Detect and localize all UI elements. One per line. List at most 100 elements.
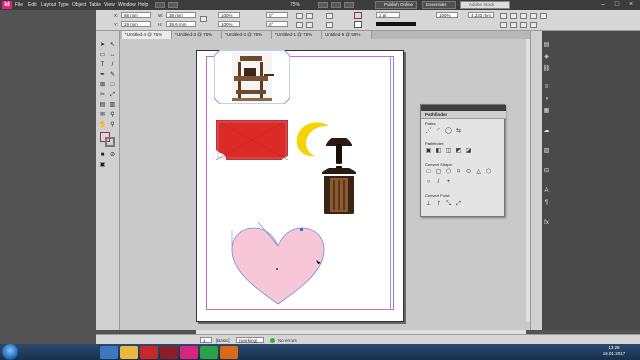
shear-field[interactable]: 0° [266,21,288,27]
publish-online-button[interactable]: Publish Online [375,1,417,9]
reverse-path-icon[interactable]: ⇆ [455,128,462,134]
distribute-h-icon[interactable] [500,22,507,28]
rotate-ccw-icon[interactable] [306,13,313,19]
bridge-button[interactable] [155,2,165,8]
line-shape-icon[interactable]: / [435,179,442,185]
flip-v-icon[interactable] [306,22,313,28]
scale-x-field[interactable]: 100% [218,12,240,18]
plain-point-icon[interactable]: ⊥ [425,201,432,207]
eyedropper-tool-icon[interactable]: ⚲ [108,111,117,119]
zoom-tool-icon[interactable]: ⚲ [108,121,117,129]
line-tool-icon[interactable]: / [108,61,117,69]
y-field[interactable]: 29 mm [121,21,151,27]
minimize-icon[interactable]: – [596,0,610,10]
stroke-swatch[interactable] [354,21,362,28]
tab-untitled-1[interactable]: *Untitled-1 @ 75% [272,31,322,39]
red-rectangle-shape[interactable] [216,120,288,160]
pink-heart-shape[interactable] [228,220,328,306]
maximize-icon[interactable]: □ [610,0,624,10]
minus-back-icon[interactable]: ◪ [465,148,472,154]
align-panel-icon[interactable]: ⊟ [542,167,551,175]
stroke-color-icon[interactable] [105,137,115,147]
gradient-tool-icon[interactable]: ▤ [98,101,107,109]
scissors-tool-icon[interactable]: ✂ [98,91,107,99]
printing-press-circle-image[interactable] [318,134,360,220]
zoom-level[interactable]: 75% [290,2,300,8]
flip-h-icon[interactable] [296,22,303,28]
stock-search-input[interactable]: Adobe Stock [460,1,510,9]
workspace-switcher[interactable]: Essentials [422,1,456,9]
taskbar-explorer-icon[interactable] [120,346,138,359]
links-panel-icon[interactable]: ⛓ [542,65,551,73]
system-clock[interactable]: 13:28 16.01.2017 [592,345,636,359]
selection-tool-icon[interactable]: ➤ [98,41,107,49]
distribute-v-icon[interactable] [510,22,517,28]
corner-size-field[interactable]: 4.233 mm [468,12,494,18]
fill-swatch[interactable] [354,12,362,19]
taskbar-app-icon[interactable] [220,346,238,359]
join-path-icon[interactable]: ⋰ [425,128,432,134]
rotate-cw-icon[interactable] [296,13,303,19]
pathfinder-title[interactable]: Pathfinder [425,112,447,117]
pen-tool-icon[interactable]: ✒ [98,71,107,79]
tab-untitled-4[interactable]: *Untitled-4 @ 75% [122,31,172,39]
symmetrical-point-icon[interactable]: ⤢ [455,201,462,207]
lock-icon[interactable] [200,16,207,22]
page-tool-icon[interactable]: ▭ [98,51,107,59]
h-field[interactable]: 39.6 mm [166,21,196,27]
opacity-field[interactable]: 100% [436,12,458,18]
triangle-shape-icon[interactable]: △ [475,169,482,175]
ellipse-shape-icon[interactable]: ⬭ [465,169,472,175]
apply-color-icon[interactable]: ■ [98,151,107,159]
align-top-icon[interactable] [520,22,527,28]
subtract-icon[interactable]: ◧ [435,148,442,154]
circle-shape-icon[interactable]: ○ [425,179,432,185]
inverse-rounded-icon[interactable]: ⌑ [455,169,462,175]
close-path-icon[interactable]: ◯ [445,128,452,134]
effects-icon[interactable] [510,13,517,19]
stroke-weight-field[interactable]: 1 pt [376,12,400,18]
color-panel-icon[interactable]: ◑ [542,95,551,103]
effects-panel-icon[interactable]: fx [542,219,551,227]
preflight-profile[interactable]: (working) [236,337,264,343]
taskbar-acrobat-pro-icon[interactable] [160,346,178,359]
align-center-icon[interactable] [540,13,547,19]
scale-y-field[interactable]: 100% [218,21,240,27]
w-field[interactable]: 38 mm [166,12,196,18]
menu-object[interactable]: Object [72,2,86,8]
menu-type[interactable]: Type [58,2,69,8]
orthogonal-line-icon[interactable]: + [445,179,452,185]
stroke-type-preview[interactable] [376,22,416,26]
menu-layout[interactable]: Layout [41,2,56,8]
intersect-icon[interactable]: ◫ [445,148,452,154]
rotate-field[interactable]: 0° [266,12,288,18]
cc-libraries-icon[interactable]: ☁ [542,127,551,135]
gap-tool-icon[interactable]: ↔ [108,51,117,59]
smooth-point-icon[interactable]: ⤡ [445,201,452,207]
type-tool-icon[interactable]: T [98,61,107,69]
pages-panel-icon[interactable]: ▤ [542,41,551,49]
menu-edit[interactable]: Edit [28,2,37,8]
stroke-panel-icon[interactable]: ≡ [542,83,551,91]
view-options-button[interactable] [318,2,328,8]
open-path-icon[interactable]: ◜ [435,128,442,134]
align-bottom-icon[interactable] [530,22,537,28]
taskbar-acrobat-icon[interactable] [140,346,158,359]
corner-shape-icon[interactable] [500,13,507,19]
direct-selection-tool-icon[interactable]: ↖ [108,41,117,49]
apply-none-icon[interactable]: ⊘ [108,151,117,159]
beveled-rect-icon[interactable]: ⬠ [445,169,452,175]
page-number-field[interactable]: 1 [200,337,212,343]
text-wrap-panel-icon[interactable]: ▧ [542,147,551,155]
tab-untitled-3[interactable]: *Untitled-3 @ 75% [172,31,222,39]
screen-mode-button[interactable] [331,2,341,8]
printing-press-image-frame[interactable] [214,50,290,104]
select-container-icon[interactable] [326,13,333,19]
layers-panel-icon[interactable]: ◈ [542,53,551,61]
arrange-docs-button[interactable] [344,2,354,8]
swatches-panel-icon[interactable]: ▦ [542,107,551,115]
exclude-overlap-icon[interactable]: ◩ [455,148,462,154]
menu-window[interactable]: Window [118,2,136,8]
paragraph-panel-icon[interactable]: ¶ [542,199,551,207]
x-field[interactable]: 88 mm [121,12,151,18]
